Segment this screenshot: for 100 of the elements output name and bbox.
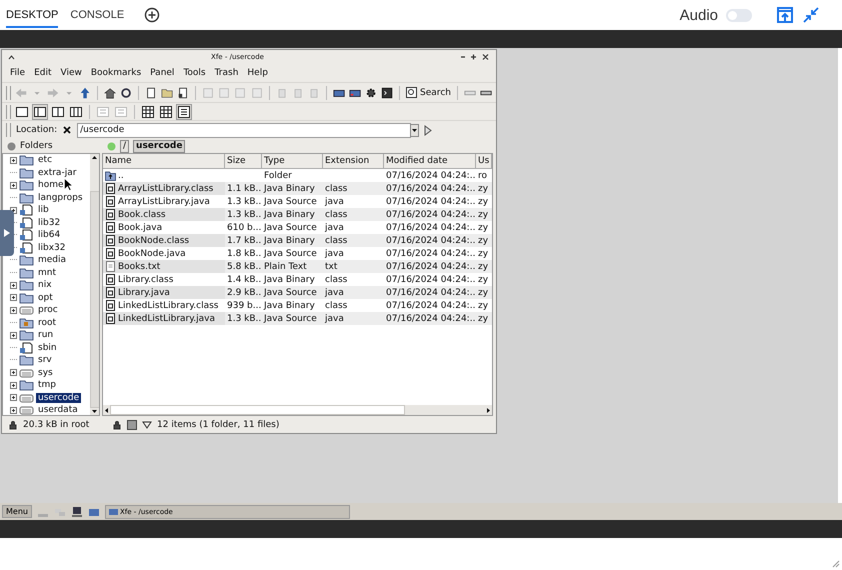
scrollbar[interactable] xyxy=(90,154,99,415)
panel-icon[interactable] xyxy=(69,104,83,118)
scroll-up-icon[interactable] xyxy=(91,154,98,161)
menu-item[interactable]: Tools xyxy=(183,68,206,78)
expand-icon[interactable] xyxy=(10,406,17,414)
expand-icon[interactable] xyxy=(10,182,17,189)
expand-icon[interactable] xyxy=(10,394,17,402)
list-icon[interactable] xyxy=(177,104,191,118)
table-cell: 07/16/2024 04:24:... xyxy=(386,210,476,220)
resize-grip-icon[interactable] xyxy=(832,560,840,568)
scroll-left-icon[interactable] xyxy=(103,406,110,414)
file-name[interactable]: Book.java xyxy=(118,222,162,232)
tree-item[interactable]: sbin xyxy=(36,342,59,353)
gear-icon[interactable] xyxy=(364,86,378,100)
tree-item[interactable]: lib32 xyxy=(36,218,62,228)
file-link-icon xyxy=(19,342,34,354)
scroll-right-icon[interactable] xyxy=(485,406,492,414)
expand-icon[interactable] xyxy=(10,332,17,339)
file-link-icon xyxy=(19,204,34,216)
tree-item[interactable]: usercode xyxy=(36,392,82,403)
expand-icon[interactable] xyxy=(10,156,17,164)
search-button[interactable]: Search xyxy=(406,87,451,98)
panel-icon[interactable] xyxy=(33,104,47,118)
column-header[interactable]: Type xyxy=(262,154,323,168)
tree-item[interactable]: sys xyxy=(36,368,55,378)
tree-item[interactable]: mnt xyxy=(36,268,58,278)
tab[interactable]: DESKTOP xyxy=(6,2,58,28)
tree-item[interactable]: etc xyxy=(36,155,54,166)
collapse-icon[interactable] xyxy=(8,54,15,60)
upload-icon[interactable] xyxy=(776,6,794,24)
menu-button[interactable]: Menu xyxy=(2,505,32,518)
panel-icon[interactable] xyxy=(15,104,29,118)
table-cell: 07/16/2024 04:24:... xyxy=(386,248,476,258)
column-header[interactable]: Size xyxy=(225,154,262,168)
terminal-icon[interactable] xyxy=(381,86,394,100)
tree-item[interactable]: root xyxy=(36,318,58,328)
window-controls-icon[interactable] xyxy=(460,53,490,61)
column-header[interactable]: Us xyxy=(476,154,492,168)
add-tab-icon[interactable] xyxy=(144,7,160,23)
column-header[interactable]: Name xyxy=(103,154,225,168)
grid-icon[interactable] xyxy=(159,104,173,118)
menu-item[interactable]: File xyxy=(10,68,26,78)
filter-icon[interactable] xyxy=(142,420,152,430)
clear-icon[interactable] xyxy=(62,125,72,135)
menu-item[interactable]: Help xyxy=(247,68,268,78)
tree-item[interactable]: userdata xyxy=(36,405,80,415)
menu-item[interactable]: Edit xyxy=(34,68,52,78)
folder-icon xyxy=(19,266,34,279)
tree-item[interactable]: opt xyxy=(36,292,55,303)
file-name[interactable]: .. xyxy=(118,170,124,180)
tree-item[interactable]: tmp xyxy=(36,380,58,390)
tree-item[interactable]: srv xyxy=(36,355,54,366)
tree-item[interactable]: libx32 xyxy=(36,242,68,253)
menu-item[interactable]: View xyxy=(60,68,82,78)
side-panel-handle[interactable] xyxy=(0,210,14,256)
file-name[interactable]: Library.class xyxy=(118,274,174,284)
status-text: 12 items (1 folder, 11 files) xyxy=(157,420,280,430)
menu-item[interactable]: Trash xyxy=(214,68,238,78)
minimize-icon[interactable] xyxy=(802,6,820,24)
audio-toggle[interactable] xyxy=(726,8,752,22)
tree-item[interactable]: langprops xyxy=(36,192,85,203)
home-icon[interactable] xyxy=(104,86,116,100)
file-icon xyxy=(105,313,116,324)
thumbnail-icon[interactable] xyxy=(127,420,137,430)
expand-icon[interactable] xyxy=(10,206,17,214)
expand-icon[interactable] xyxy=(10,294,17,302)
computer-icon[interactable] xyxy=(70,506,83,518)
tree-item[interactable]: proc xyxy=(36,305,60,316)
up-arrow-icon[interactable] xyxy=(79,86,92,100)
grid-icon[interactable] xyxy=(141,104,155,118)
dropdown-icon[interactable] xyxy=(410,124,420,136)
tree-item[interactable]: nix xyxy=(36,280,54,290)
new-file-icon[interactable] xyxy=(145,86,158,100)
menu-item[interactable]: Bookmarks xyxy=(90,68,142,78)
panel-icon[interactable] xyxy=(51,104,65,118)
expand-icon[interactable] xyxy=(10,306,17,314)
breadcrumb-button[interactable]: / xyxy=(120,140,130,152)
expand-icon[interactable] xyxy=(10,382,17,389)
tree-item[interactable]: media xyxy=(36,255,68,266)
tree-item[interactable]: home xyxy=(36,180,66,190)
scrollbar[interactable] xyxy=(103,405,492,415)
new-link-icon[interactable] xyxy=(177,86,190,100)
breadcrumb-button[interactable]: usercode xyxy=(133,140,186,152)
expand-icon[interactable] xyxy=(10,282,17,289)
tree-item[interactable]: run xyxy=(36,330,56,340)
tab[interactable]: CONSOLE xyxy=(70,2,124,28)
file-name[interactable]: ArrayListLibrary.java xyxy=(118,196,210,206)
menu-item[interactable]: Panel xyxy=(150,68,174,78)
file-name[interactable]: BookNode.java xyxy=(118,248,186,258)
tree-item[interactable]: extra-jar xyxy=(36,168,78,178)
tree-item[interactable]: lib xyxy=(36,205,51,216)
file-name[interactable]: LinkedListLibrary.class xyxy=(118,300,218,310)
column-header[interactable]: Extension xyxy=(323,154,384,168)
folder-icon xyxy=(19,292,34,304)
column-header[interactable]: Modified date xyxy=(384,154,476,168)
go-arrow-icon[interactable] xyxy=(424,124,432,136)
location-field[interactable]: /usercode xyxy=(77,122,412,138)
file-icon xyxy=(105,248,116,259)
expand-icon[interactable] xyxy=(10,369,17,376)
tree-item[interactable]: lib64 xyxy=(36,230,62,240)
